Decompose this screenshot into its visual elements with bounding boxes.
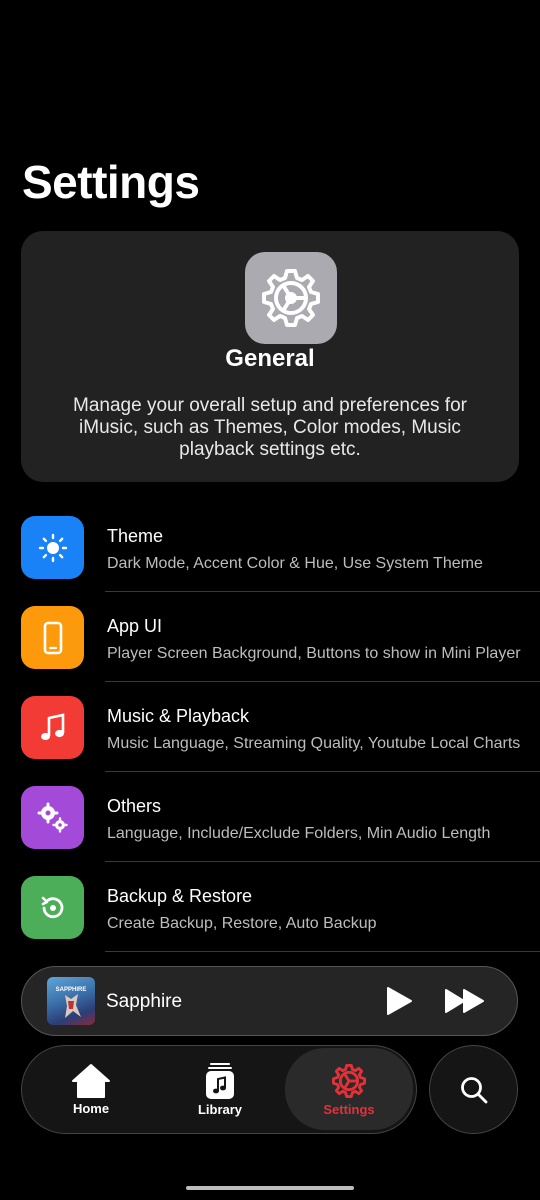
page-title: Settings (22, 156, 200, 208)
sun-icon (21, 516, 84, 579)
setting-item-backup-restore[interactable]: Backup & Restore Create Backup, Restore,… (0, 862, 540, 952)
restore-icon (21, 876, 84, 939)
setting-title: Theme (107, 526, 164, 546)
play-button[interactable] (382, 984, 416, 1018)
next-button[interactable] (442, 984, 488, 1018)
search-icon (460, 1076, 487, 1103)
home-icon (72, 1063, 110, 1098)
setting-title: Backup & Restore (107, 886, 253, 906)
music-note-icon (21, 696, 84, 759)
artwork-label: SAPPHIRE (56, 987, 87, 993)
setting-item-music-playback[interactable]: Music & Playback Music Language, Streami… (0, 682, 540, 772)
setting-item-others[interactable]: Others Language, Include/Exclude Folders… (0, 772, 540, 862)
settings-list: Theme Dark Mode, Accent Color & Hue, Use… (0, 502, 540, 952)
nav-home[interactable]: Home (27, 1046, 155, 1132)
track-title: Sapphire (106, 991, 183, 1012)
home-indicator[interactable] (186, 1186, 354, 1190)
setting-subtitle: Create Backup, Restore, Auto Backup (107, 915, 377, 932)
setting-subtitle: Language, Include/Exclude Folders, Min A… (107, 825, 491, 842)
general-title: General (225, 345, 315, 372)
search-button[interactable] (429, 1045, 518, 1134)
setting-item-theme[interactable]: Theme Dark Mode, Accent Color & Hue, Use… (0, 502, 540, 592)
setting-item-app-ui[interactable]: App UI Player Screen Background, Buttons… (0, 592, 540, 682)
setting-title: Music & Playback (107, 706, 250, 726)
setting-subtitle: Music Language, Streaming Quality, Youtu… (107, 735, 521, 752)
divider (105, 951, 540, 952)
album-artwork: SAPPHIRE (47, 977, 95, 1025)
mini-player[interactable]: SAPPHIRE Sapphire (21, 966, 518, 1036)
setting-title: App UI (107, 616, 163, 636)
nav-library-label: Library (197, 1101, 243, 1117)
play-icon (387, 987, 412, 1015)
nav-settings-label: Settings (323, 1101, 375, 1117)
gear-icon (332, 1063, 366, 1098)
setting-subtitle: Dark Mode, Accent Color & Hue, Use Syste… (107, 555, 483, 572)
general-description: Manage your overall setup and preference… (73, 395, 467, 460)
fast-forward-icon (445, 989, 484, 1013)
nav-home-label: Home (72, 1100, 110, 1116)
gear-icon (245, 252, 337, 344)
gears-icon (21, 786, 84, 849)
library-icon (206, 1062, 234, 1099)
general-settings-card[interactable]: General Manage your overall setup and pr… (21, 231, 519, 482)
phone-icon (21, 606, 84, 669)
setting-title: Others (107, 796, 162, 816)
nav-settings[interactable]: Settings (285, 1048, 413, 1130)
nav-library[interactable]: Library (156, 1046, 284, 1132)
setting-subtitle: Player Screen Background, Buttons to sho… (107, 645, 521, 662)
bottom-nav: Home Library Settings (21, 1045, 417, 1134)
